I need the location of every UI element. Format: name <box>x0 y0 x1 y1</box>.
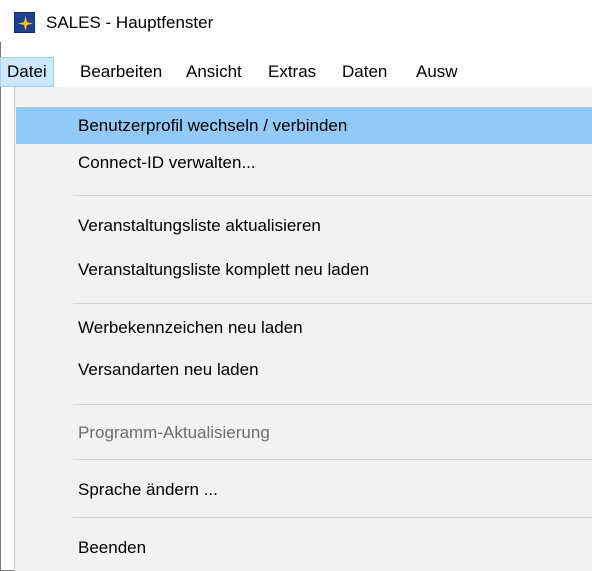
menu-daten[interactable]: Daten <box>336 57 393 87</box>
menu-separator <box>73 517 592 518</box>
title-bar: SALES - Hauptfenster <box>0 0 592 42</box>
menu-item-switch-profile[interactable]: Benutzerprofil wechseln / verbinden <box>16 107 592 144</box>
menu-ansicht[interactable]: Ansicht <box>180 57 248 87</box>
menu-item-reload-event-list[interactable]: Veranstaltungsliste komplett neu laden <box>16 251 592 288</box>
menu-separator <box>73 303 592 304</box>
menu-auswertung[interactable]: Ausw <box>410 57 464 87</box>
menu-bearbeiten[interactable]: Bearbeiten <box>74 57 168 87</box>
sales-star-icon <box>14 12 35 33</box>
menu-item-change-language[interactable]: Sprache ändern ... <box>16 471 592 508</box>
menu-item-exit[interactable]: Beenden <box>16 529 592 566</box>
menu-bar: Datei Bearbeiten Ansicht Extras Daten Au… <box>0 57 592 87</box>
menu-datei[interactable]: Datei <box>0 57 54 87</box>
menu-item-connect-id[interactable]: Connect-ID verwalten... <box>16 144 592 181</box>
menu-item-reload-ad-codes[interactable]: Werbekennzeichen neu laden <box>16 309 592 346</box>
menu-item-program-update: Programm-Aktualisierung <box>78 423 270 442</box>
datei-dropdown-menu: Benutzerprofil wechseln / verbinden Conn… <box>14 87 592 571</box>
menu-item-reload-shipping[interactable]: Versandarten neu laden <box>16 351 592 388</box>
menu-item-update-event-list[interactable]: Veranstaltungsliste aktualisieren <box>16 207 592 244</box>
menu-extras[interactable]: Extras <box>262 57 322 87</box>
menu-separator <box>73 459 592 460</box>
menu-separator <box>73 195 592 196</box>
menu-separator <box>73 404 592 405</box>
window-title: SALES - Hauptfenster <box>46 13 214 32</box>
